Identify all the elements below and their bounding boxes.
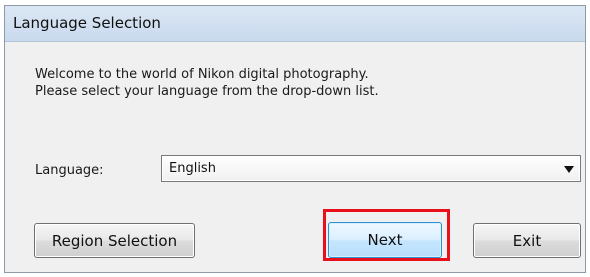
exit-button[interactable]: Exit [473, 223, 581, 258]
welcome-message-line-2: Please select your language from the dro… [35, 84, 379, 99]
title-bar: Language Selection [5, 6, 585, 42]
language-selection-dialog: Language Selection Welcome to the world … [4, 5, 586, 273]
region-selection-button[interactable]: Region Selection [34, 223, 195, 258]
language-label: Language: [35, 163, 104, 178]
dialog-content: Welcome to the world of Nikon digital ph… [5, 42, 585, 272]
language-dropdown[interactable]: English [161, 155, 581, 182]
dialog-title: Language Selection [13, 14, 161, 32]
chevron-down-icon [564, 166, 574, 173]
language-dropdown-value: English [169, 161, 216, 176]
welcome-message-line-1: Welcome to the world of Nikon digital ph… [35, 67, 369, 82]
next-button[interactable]: Next [328, 222, 442, 258]
welcome-message: Welcome to the world of Nikon digital ph… [35, 66, 379, 100]
